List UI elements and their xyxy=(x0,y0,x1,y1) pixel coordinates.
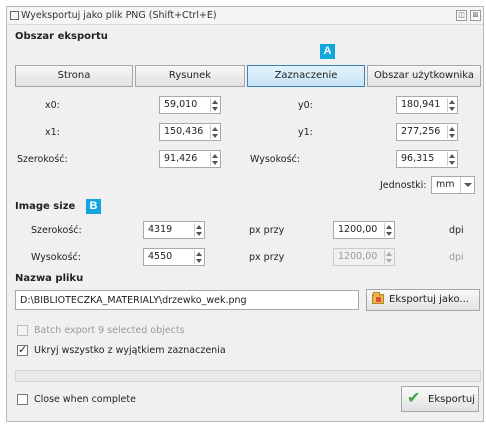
y1-spinbox[interactable]: 277,256 xyxy=(396,123,458,141)
x1-stepper[interactable] xyxy=(210,125,219,139)
image-width-value: 4319 xyxy=(148,224,173,235)
badge-b: B xyxy=(86,199,101,214)
dpi-spinbox-1[interactable]: 1200,00 xyxy=(333,221,395,239)
x0-label: x0: xyxy=(45,100,60,111)
export-icon xyxy=(10,11,19,20)
area-width-label: Szerokość: xyxy=(17,154,68,165)
image-width-spinbox[interactable]: 4319 xyxy=(143,221,205,239)
image-height-value: 4550 xyxy=(148,251,173,262)
y1-stepper[interactable] xyxy=(447,125,456,139)
y0-spinbox[interactable]: 180,941 xyxy=(396,96,458,114)
tab-selection[interactable]: Zaznaczenie xyxy=(247,65,365,87)
x0-stepper[interactable] xyxy=(210,98,219,112)
units-select[interactable]: mm xyxy=(431,176,475,194)
image-size-heading: Image size xyxy=(15,201,76,212)
dpi-stepper-1[interactable] xyxy=(384,223,393,237)
area-width-value: 91,426 xyxy=(164,153,198,164)
export-area-tabs: Strona Rysunek Zaznaczenie Obszar użytko… xyxy=(15,65,481,87)
close-icon[interactable]: ⊠ xyxy=(470,10,481,21)
x1-value: 150,436 xyxy=(164,126,204,137)
y0-stepper[interactable] xyxy=(447,98,456,112)
image-height-spinbox[interactable]: 4550 xyxy=(143,248,205,266)
filename-value: D:\BIBLIOTECZKA_MATERIALY\drzewko_wek.pn… xyxy=(20,295,247,306)
dialog-title: Wyeksportuj jako plik PNG (Shift+Ctrl+E) xyxy=(21,10,217,21)
x1-spinbox[interactable]: 150,436 xyxy=(159,123,221,141)
units-label: Jednostki: xyxy=(380,180,427,191)
area-height-spinbox[interactable]: 96,315 xyxy=(396,150,458,168)
y0-label: y0: xyxy=(298,100,313,111)
close-when-complete-checkbox[interactable] xyxy=(17,394,28,405)
area-height-stepper[interactable] xyxy=(447,152,456,166)
area-width-spinbox[interactable]: 91,426 xyxy=(159,150,221,168)
y1-label: y1: xyxy=(298,127,313,138)
checkmark-icon: ✔ xyxy=(407,388,421,407)
batch-export-label: Batch export 9 selected objects xyxy=(34,325,185,336)
area-width-stepper[interactable] xyxy=(210,152,219,166)
export-as-button[interactable]: Eksportuj jako... xyxy=(366,289,480,311)
dialog-titlebar: Wyeksportuj jako plik PNG (Shift+Ctrl+E)… xyxy=(7,7,483,25)
folder-icon xyxy=(372,292,384,304)
chevron-down-icon[interactable] xyxy=(460,177,474,193)
hide-all-checkbox[interactable] xyxy=(17,343,28,356)
image-height-label: Wysokość: xyxy=(31,252,81,263)
x1-label: x1: xyxy=(45,127,60,138)
hide-all-label: Ukryj wszystko z wyjątkiem zaznaczenia xyxy=(34,345,226,356)
x0-value: 59,010 xyxy=(164,99,198,110)
tab-page[interactable]: Strona xyxy=(15,65,133,87)
px-at-label-2: px przy xyxy=(249,252,285,263)
image-width-label: Szerokość: xyxy=(31,225,82,236)
y1-value: 277,256 xyxy=(401,126,441,137)
area-height-label: Wysokość: xyxy=(250,154,300,165)
dpi-stepper-2 xyxy=(384,250,393,264)
y0-value: 180,941 xyxy=(401,99,441,110)
export-button-label: Eksportuj xyxy=(428,394,475,405)
px-at-label-1: px przy xyxy=(249,225,285,236)
batch-export-checkbox xyxy=(17,325,28,336)
image-width-stepper[interactable] xyxy=(194,223,203,237)
image-height-stepper[interactable] xyxy=(194,250,203,264)
tab-custom[interactable]: Obszar użytkownika xyxy=(367,65,481,87)
badge-a: A xyxy=(320,44,335,59)
dpi-unit-2: dpi xyxy=(449,252,464,263)
dpi-spinbox-2: 1200,00 xyxy=(333,248,395,266)
filename-heading: Nazwa pliku xyxy=(15,273,84,284)
tab-drawing[interactable]: Rysunek xyxy=(135,65,245,87)
export-area-heading: Obszar eksportu xyxy=(15,31,108,42)
close-when-complete-label: Close when complete xyxy=(34,394,136,405)
dpi-value-2: 1200,00 xyxy=(338,251,378,262)
filename-input[interactable]: D:\BIBLIOTECZKA_MATERIALY\drzewko_wek.pn… xyxy=(15,290,359,310)
export-as-label: Eksportuj jako... xyxy=(389,294,469,305)
export-button[interactable]: ✔ Eksportuj xyxy=(401,386,479,412)
export-png-dialog: Wyeksportuj jako plik PNG (Shift+Ctrl+E)… xyxy=(6,6,484,422)
detach-icon[interactable]: ◫ xyxy=(456,10,467,21)
units-value: mm xyxy=(436,179,455,190)
export-progress-bar xyxy=(15,370,481,382)
area-height-value: 96,315 xyxy=(401,153,435,164)
x0-spinbox[interactable]: 59,010 xyxy=(159,96,221,114)
dpi-value-1: 1200,00 xyxy=(338,224,378,235)
dpi-unit-1: dpi xyxy=(449,225,464,236)
